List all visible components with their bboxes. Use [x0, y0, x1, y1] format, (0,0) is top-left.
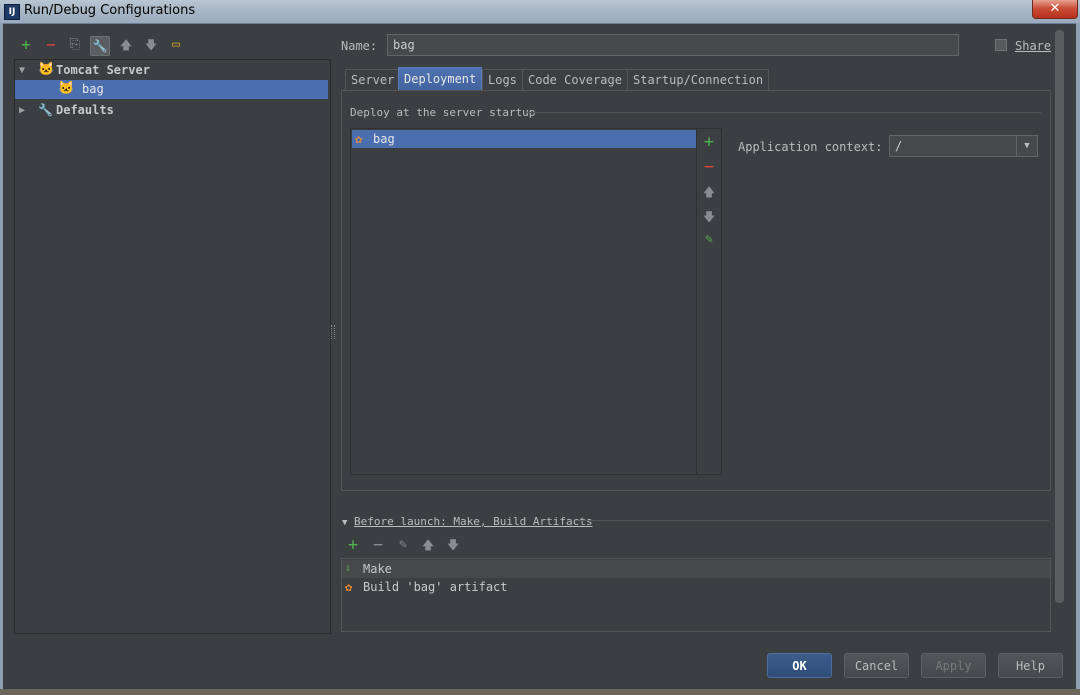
app-context-value[interactable]: /	[895, 136, 902, 156]
deployment-list[interactable]: ✿ bag	[350, 128, 697, 475]
app-context-label: Application context:	[738, 140, 883, 154]
tree-item-bag[interactable]: 🐱 bag	[15, 80, 328, 99]
tab-logs[interactable]: Logs	[482, 69, 523, 90]
make-icon: ⇩	[345, 563, 352, 574]
tab-deployment[interactable]: Deployment	[398, 67, 483, 91]
artifact-icon: ✿	[355, 132, 363, 146]
expanded-arrow-icon[interactable]: ▼	[342, 518, 347, 528]
apply-button[interactable]: Apply	[921, 653, 986, 678]
add-configuration-icon[interactable]: +	[17, 36, 35, 54]
tab-code-coverage[interactable]: Code Coverage	[522, 69, 628, 90]
before-launch-title[interactable]: ▼ Before launch: Make, Build Artifacts	[342, 515, 592, 528]
group-divider	[525, 112, 1041, 113]
move-up-icon[interactable]: 🡅	[117, 36, 135, 54]
window-title: Run/Debug Configurations	[24, 3, 196, 18]
ok-button[interactable]: OK	[767, 653, 832, 678]
tree-item-label: bag	[82, 82, 104, 96]
remove-icon[interactable]: −	[697, 157, 721, 177]
wrench-icon: 🔧	[38, 103, 53, 117]
move-down-icon[interactable]: 🡇	[697, 208, 721, 229]
list-item[interactable]: ⇩ Make	[342, 560, 1050, 578]
before-launch-list[interactable]: ⇩ Make ✿ Build 'bag' artifact	[341, 558, 1051, 632]
window-frame-right	[1076, 23, 1080, 695]
move-up-icon[interactable]: 🡅	[697, 183, 721, 204]
folder-icon[interactable]: ▭	[167, 36, 185, 54]
window-frame-left	[0, 23, 3, 695]
collapsed-arrow-icon[interactable]: ▶	[19, 101, 25, 120]
tree-item-defaults[interactable]: ▶ 🔧 Defaults	[15, 101, 328, 120]
list-item-label: Make	[363, 562, 392, 576]
share-checkbox[interactable]	[995, 39, 1007, 51]
copy-configuration-icon[interactable]: ⎘	[66, 36, 84, 54]
tree-item-tomcat-server[interactable]: ▼ 🐱 Tomcat Server	[15, 61, 328, 80]
list-item[interactable]: ✿ Build 'bag' artifact	[342, 578, 1050, 596]
app-icon: IJ	[4, 4, 20, 20]
move-down-icon[interactable]: 🡇	[142, 36, 160, 54]
list-item[interactable]: ✿ bag	[352, 130, 696, 148]
app-context-combo[interactable]: / ▼	[889, 135, 1038, 157]
share-label[interactable]: Share	[1015, 39, 1051, 53]
configuration-tree[interactable]: ▼ 🐱 Tomcat Server 🐱 bag ▶ 🔧 Defaults	[14, 59, 331, 634]
edit-task-icon[interactable]: ✎	[394, 536, 412, 554]
tomcat-icon: 🐱	[38, 62, 55, 77]
window-frame-bottom	[0, 689, 1080, 695]
move-task-up-icon[interactable]: 🡅	[419, 536, 437, 554]
title-bar: IJ Run/Debug Configurations ✕	[0, 0, 1080, 24]
deployment-list-toolbar: + − 🡅 🡇 ✎	[697, 128, 722, 475]
group-divider	[576, 520, 1049, 521]
help-button[interactable]: Help	[998, 653, 1063, 678]
vertical-scrollbar[interactable]	[1055, 30, 1064, 603]
cancel-button[interactable]: Cancel	[844, 653, 909, 678]
remove-task-icon[interactable]: −	[369, 536, 387, 554]
list-item-label: Build 'bag' artifact	[363, 580, 508, 594]
list-item-label: bag	[373, 132, 395, 146]
tab-startup-connection[interactable]: Startup/Connection	[627, 69, 770, 90]
artifact-icon: ✿	[345, 580, 353, 594]
remove-configuration-icon[interactable]: −	[42, 36, 60, 54]
tab-server[interactable]: Server	[345, 69, 401, 90]
tomcat-icon: 🐱	[58, 81, 75, 96]
edit-defaults-icon[interactable]: 🔧	[90, 36, 110, 56]
name-label: Name:	[341, 39, 378, 53]
deploy-group-title: Deploy at the server startup	[350, 106, 536, 119]
add-task-icon[interactable]: +	[344, 536, 362, 554]
splitter-handle[interactable]	[331, 325, 335, 339]
add-icon[interactable]: +	[697, 132, 721, 152]
tree-item-label: Defaults	[56, 103, 114, 117]
name-input[interactable]: bag	[387, 34, 959, 56]
expanded-arrow-icon[interactable]: ▼	[19, 61, 25, 80]
close-button[interactable]: ✕	[1032, 0, 1078, 19]
edit-pencil-icon[interactable]: ✎	[697, 232, 721, 247]
chevron-down-icon[interactable]: ▼	[1016, 136, 1037, 156]
move-task-down-icon[interactable]: 🡇	[444, 536, 462, 554]
tree-item-label: Tomcat Server	[56, 63, 150, 77]
